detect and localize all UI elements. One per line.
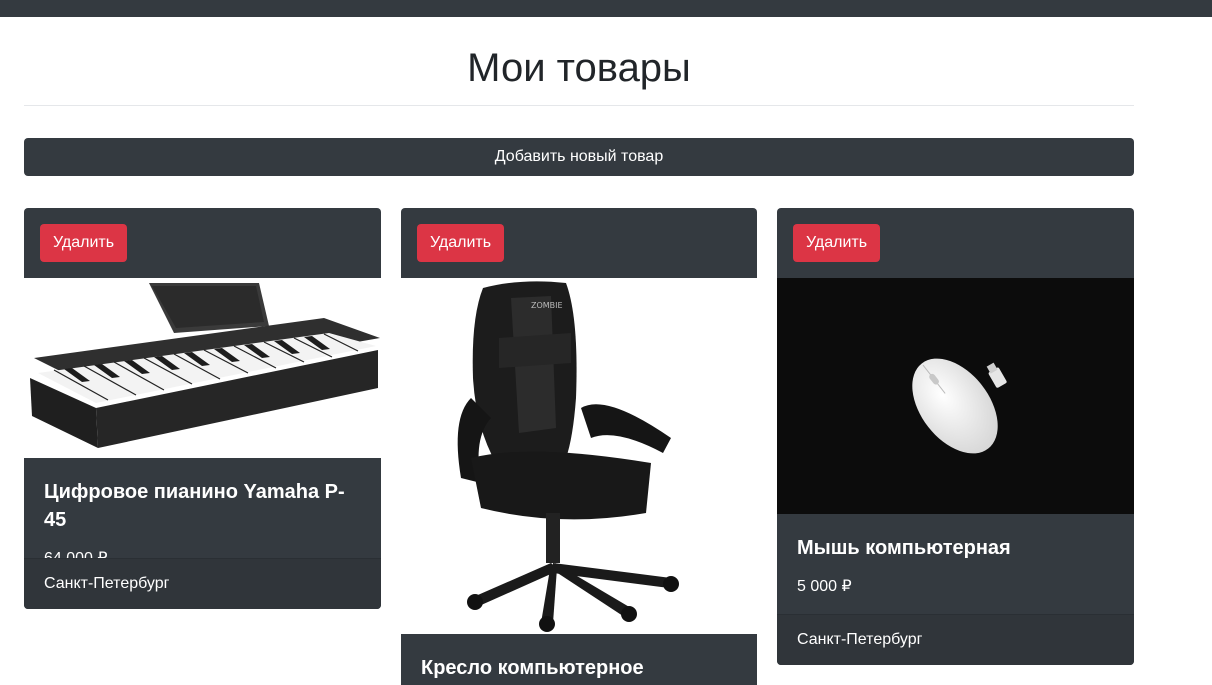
delete-button[interactable]: Удалить bbox=[417, 224, 505, 262]
mouse-image bbox=[912, 358, 1007, 454]
card-header: Удалить bbox=[24, 208, 381, 278]
card-header: Удалить bbox=[777, 208, 1134, 278]
card-body: Мышь компьютерная 5 000 ₽ bbox=[777, 514, 1134, 598]
delete-button[interactable]: Удалить bbox=[793, 224, 881, 262]
product-title[interactable]: Мышь компьютерная bbox=[797, 534, 1114, 562]
product-city: Санкт-Петербург bbox=[797, 631, 923, 648]
card-body: Цифровое пианино Yamaha P-45 64 000 ₽ bbox=[24, 458, 381, 570]
delete-button[interactable]: Удалить bbox=[40, 224, 128, 262]
card-header: Удалить bbox=[401, 208, 757, 278]
svg-text:ZOMBIE: ZOMBIE bbox=[531, 301, 563, 310]
card-footer: Санкт-Петербург bbox=[777, 614, 1134, 665]
card-body: Кресло компьютерное bbox=[401, 634, 757, 682]
piano-image bbox=[30, 283, 380, 448]
product-title[interactable]: Кресло компьютерное bbox=[421, 654, 737, 682]
add-product-button[interactable]: Добавить новый товар bbox=[24, 138, 1134, 176]
product-card-mouse: Удалить Мышь компьютерная 5 000 ₽ Санкт-… bbox=[777, 208, 1134, 665]
card-footer: Санкт-Петербург bbox=[24, 558, 381, 609]
product-title[interactable]: Цифровое пианино Yamaha P-45 bbox=[44, 478, 361, 534]
title-divider bbox=[24, 105, 1134, 106]
product-card-piano: Удалить Цифровое пианино Yamaha P-45 Сан… bbox=[24, 208, 381, 609]
page-title: Мои товары bbox=[467, 46, 691, 90]
product-image-mouse bbox=[777, 278, 1134, 514]
product-card-chair: Удалить ZOMBIE Кресло компьютерное bbox=[401, 208, 757, 685]
product-city: Санкт-Петербург bbox=[44, 575, 170, 592]
product-image-piano bbox=[24, 278, 381, 458]
product-image-chair: ZOMBIE bbox=[401, 278, 757, 634]
chair-image: ZOMBIE bbox=[457, 281, 679, 632]
product-price: 5 000 ₽ bbox=[797, 578, 852, 595]
top-navbar bbox=[0, 0, 1212, 17]
